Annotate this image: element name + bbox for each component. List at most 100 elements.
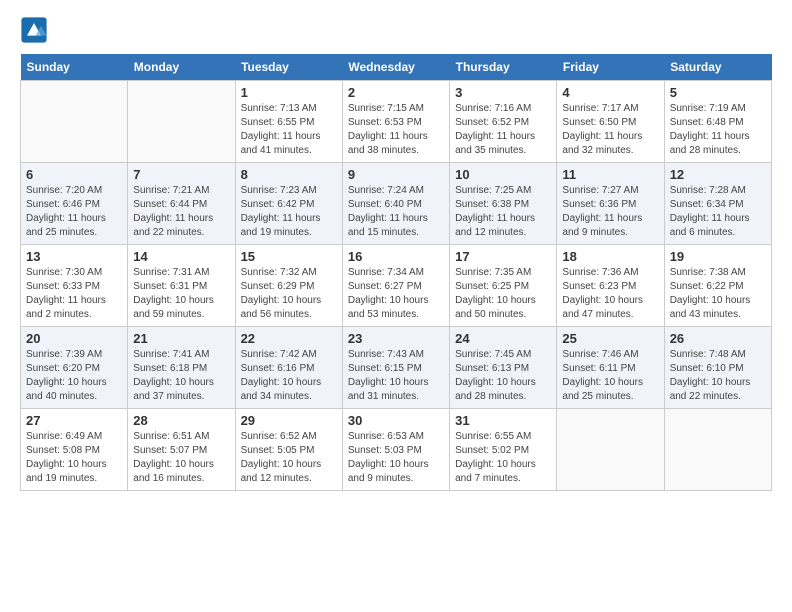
day-number: 18 [562,249,658,264]
day-number: 17 [455,249,551,264]
calendar-week-row: 13 Sunrise: 7:30 AM Sunset: 6:33 PM Dayli… [21,245,772,327]
day-info: Sunrise: 6:55 AM Sunset: 5:02 PM Dayligh… [455,430,551,486]
calendar-day-cell: 5 Sunrise: 7:19 AM Sunset: 6:48 PM Daylig… [664,81,771,163]
col-header-wednesday: Wednesday [342,54,449,81]
calendar-day-cell: 14 Sunrise: 7:31 AM Sunset: 6:31 PM Dayli… [128,245,235,327]
day-number: 29 [241,413,337,428]
calendar-day-cell [664,409,771,491]
day-info: Sunrise: 7:24 AM Sunset: 6:40 PM Dayligh… [348,184,444,240]
day-number: 14 [133,249,229,264]
day-number: 31 [455,413,551,428]
calendar-day-cell: 1Sunrise: 7:13 AM Sunset: 6:55 PM Daylig… [235,81,342,163]
day-number: 2 [348,85,444,100]
calendar-day-cell: 31 Sunrise: 6:55 AM Sunset: 5:02 PM Dayli… [450,409,557,491]
day-number: 11 [562,167,658,182]
calendar-day-cell: 28 Sunrise: 6:51 AM Sunset: 5:07 PM Dayli… [128,409,235,491]
day-number: 15 [241,249,337,264]
day-info: Sunrise: 6:53 AM Sunset: 5:03 PM Dayligh… [348,430,444,486]
calendar-day-cell: 17 Sunrise: 7:35 AM Sunset: 6:25 PM Dayli… [450,245,557,327]
day-number: 25 [562,331,658,346]
calendar-day-cell: 6 Sunrise: 7:20 AM Sunset: 6:46 PM Daylig… [21,163,128,245]
day-info: Sunrise: 7:32 AM Sunset: 6:29 PM Dayligh… [241,266,337,322]
calendar-day-cell: 2 Sunrise: 7:15 AM Sunset: 6:53 PM Daylig… [342,81,449,163]
day-number: 5 [670,85,766,100]
day-info: Sunrise: 7:28 AM Sunset: 6:34 PM Dayligh… [670,184,766,240]
col-header-sunday: Sunday [21,54,128,81]
day-info: Sunrise: 6:51 AM Sunset: 5:07 PM Dayligh… [133,430,229,486]
day-info: Sunrise: 7:27 AM Sunset: 6:36 PM Dayligh… [562,184,658,240]
day-info: Sunrise: 7:45 AM Sunset: 6:13 PM Dayligh… [455,348,551,404]
day-info: Sunrise: 7:34 AM Sunset: 6:27 PM Dayligh… [348,266,444,322]
calendar-day-cell: 13 Sunrise: 7:30 AM Sunset: 6:33 PM Dayli… [21,245,128,327]
col-header-tuesday: Tuesday [235,54,342,81]
day-info: Sunrise: 7:46 AM Sunset: 6:11 PM Dayligh… [562,348,658,404]
day-info: Sunrise: 7:43 AM Sunset: 6:15 PM Dayligh… [348,348,444,404]
day-info: Sunrise: 7:23 AM Sunset: 6:42 PM Dayligh… [241,184,337,240]
logo [20,16,50,44]
calendar-day-cell: 3 Sunrise: 7:16 AM Sunset: 6:52 PM Daylig… [450,81,557,163]
day-info: Sunrise: 7:38 AM Sunset: 6:22 PM Dayligh… [670,266,766,322]
calendar-table: SundayMondayTuesdayWednesdayThursdayFrid… [20,54,772,491]
day-number: 10 [455,167,551,182]
calendar-header-row: SundayMondayTuesdayWednesdayThursdayFrid… [21,54,772,81]
day-number: 8 [241,167,337,182]
day-number: 20 [26,331,122,346]
calendar-week-row: 20 Sunrise: 7:39 AM Sunset: 6:20 PM Dayli… [21,327,772,409]
calendar-day-cell: 16 Sunrise: 7:34 AM Sunset: 6:27 PM Dayli… [342,245,449,327]
calendar-day-cell: 29 Sunrise: 6:52 AM Sunset: 5:05 PM Dayli… [235,409,342,491]
calendar-day-cell [21,81,128,163]
calendar-day-cell: 23 Sunrise: 7:43 AM Sunset: 6:15 PM Dayli… [342,327,449,409]
day-number: 22 [241,331,337,346]
calendar-day-cell: 7 Sunrise: 7:21 AM Sunset: 6:44 PM Daylig… [128,163,235,245]
day-number: 3 [455,85,551,100]
day-info: Sunrise: 7:30 AM Sunset: 6:33 PM Dayligh… [26,266,122,322]
day-number: 12 [670,167,766,182]
day-info: Sunrise: 7:17 AM Sunset: 6:50 PM Dayligh… [562,102,658,158]
day-info: Sunrise: 7:39 AM Sunset: 6:20 PM Dayligh… [26,348,122,404]
day-info: Sunrise: 7:20 AM Sunset: 6:46 PM Dayligh… [26,184,122,240]
day-info: Sunrise: 7:31 AM Sunset: 6:31 PM Dayligh… [133,266,229,322]
day-info: Sunrise: 7:16 AM Sunset: 6:52 PM Dayligh… [455,102,551,158]
calendar-day-cell: 19 Sunrise: 7:38 AM Sunset: 6:22 PM Dayli… [664,245,771,327]
calendar-day-cell: 30 Sunrise: 6:53 AM Sunset: 5:03 PM Dayli… [342,409,449,491]
day-info: Sunrise: 7:35 AM Sunset: 6:25 PM Dayligh… [455,266,551,322]
calendar-week-row: 27 Sunrise: 6:49 AM Sunset: 5:08 PM Dayli… [21,409,772,491]
calendar-day-cell: 21 Sunrise: 7:41 AM Sunset: 6:18 PM Dayli… [128,327,235,409]
day-info: Sunrise: 7:41 AM Sunset: 6:18 PM Dayligh… [133,348,229,404]
calendar-day-cell: 4 Sunrise: 7:17 AM Sunset: 6:50 PM Daylig… [557,81,664,163]
day-number: 30 [348,413,444,428]
day-number: 24 [455,331,551,346]
calendar-day-cell: 25 Sunrise: 7:46 AM Sunset: 6:11 PM Dayli… [557,327,664,409]
day-number: 7 [133,167,229,182]
col-header-saturday: Saturday [664,54,771,81]
page-header [20,16,772,44]
day-info: Sunrise: 7:21 AM Sunset: 6:44 PM Dayligh… [133,184,229,240]
day-number: 23 [348,331,444,346]
calendar-day-cell: 24 Sunrise: 7:45 AM Sunset: 6:13 PM Dayli… [450,327,557,409]
col-header-friday: Friday [557,54,664,81]
calendar-day-cell [557,409,664,491]
day-number: 16 [348,249,444,264]
calendar-day-cell: 12 Sunrise: 7:28 AM Sunset: 6:34 PM Dayli… [664,163,771,245]
day-number: 21 [133,331,229,346]
day-info: Sunrise: 7:36 AM Sunset: 6:23 PM Dayligh… [562,266,658,322]
day-info: Sunrise: 6:49 AM Sunset: 5:08 PM Dayligh… [26,430,122,486]
day-number: 13 [26,249,122,264]
calendar-week-row: 6 Sunrise: 7:20 AM Sunset: 6:46 PM Daylig… [21,163,772,245]
calendar-day-cell: 27 Sunrise: 6:49 AM Sunset: 5:08 PM Dayli… [21,409,128,491]
calendar-day-cell: 22 Sunrise: 7:42 AM Sunset: 6:16 PM Dayli… [235,327,342,409]
day-number: 27 [26,413,122,428]
calendar-day-cell: 11 Sunrise: 7:27 AM Sunset: 6:36 PM Dayli… [557,163,664,245]
day-info: Sunrise: 7:42 AM Sunset: 6:16 PM Dayligh… [241,348,337,404]
day-number: 19 [670,249,766,264]
day-info: Sunrise: 7:15 AM Sunset: 6:53 PM Dayligh… [348,102,444,158]
calendar-week-row: 1Sunrise: 7:13 AM Sunset: 6:55 PM Daylig… [21,81,772,163]
day-number: 6 [26,167,122,182]
day-number: 4 [562,85,658,100]
col-header-monday: Monday [128,54,235,81]
day-number: 26 [670,331,766,346]
calendar-day-cell: 8 Sunrise: 7:23 AM Sunset: 6:42 PM Daylig… [235,163,342,245]
day-info: Sunrise: 7:19 AM Sunset: 6:48 PM Dayligh… [670,102,766,158]
day-info: Sunrise: 6:52 AM Sunset: 5:05 PM Dayligh… [241,430,337,486]
day-number: 28 [133,413,229,428]
